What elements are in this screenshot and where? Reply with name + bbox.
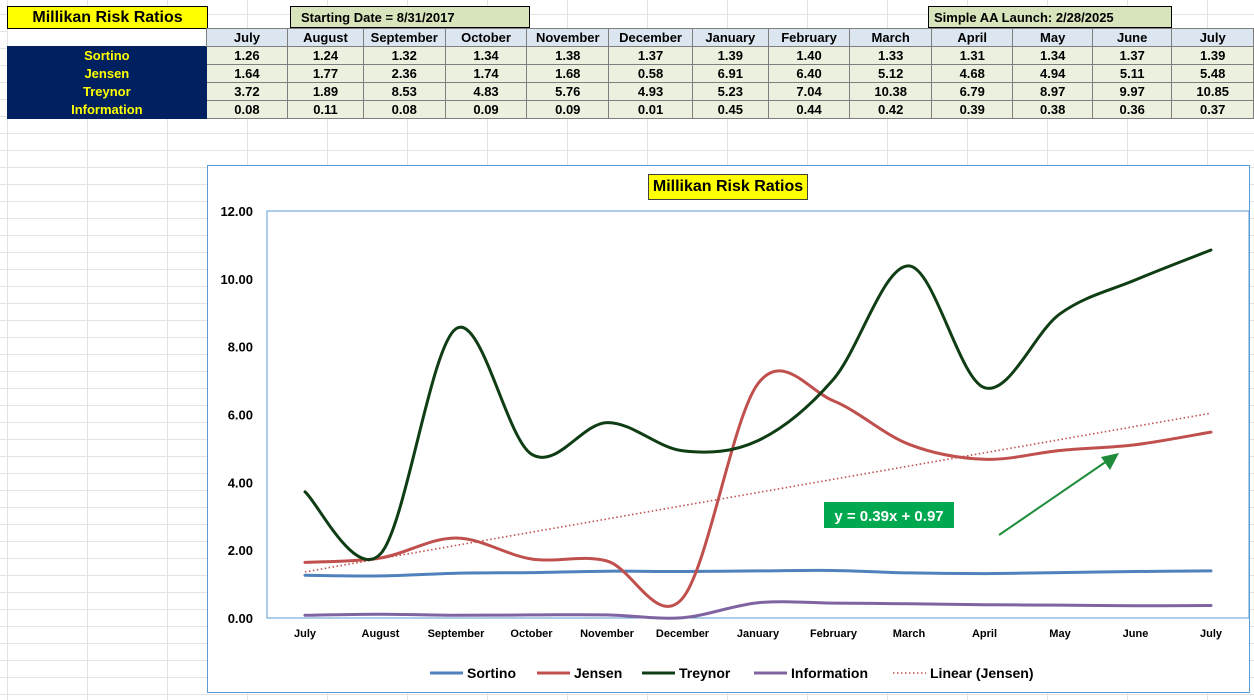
x-tick-label: January [737,628,780,640]
x-tick-label: July [294,628,317,640]
x-tick-label: November [580,628,635,640]
y-tick-label: 8.00 [228,340,253,355]
x-tick-label: April [972,628,997,640]
y-tick-label: 10.00 [220,272,253,287]
y-tick-label: 2.00 [228,543,253,558]
line-chart: 0.00 2.00 4.00 6.00 8.00 10.00 12.00 July Augus… [220,204,1250,681]
plot-area [266,210,1250,619]
equation-label: y = 0.39x + 0.97 [834,508,943,525]
legend-label: Sortino [467,665,516,681]
legend-item: Sortino [430,665,516,681]
y-tick-label: 0.00 [228,611,253,626]
x-tick-label: August [362,628,400,640]
legend-item: Linear (Jensen) [893,665,1033,681]
x-tick-label: September [428,628,486,640]
legend-item: Jensen [537,665,622,681]
x-tick-label: March [893,628,926,640]
legend-item: Treynor [642,665,731,681]
legend-item: Information [754,665,868,681]
x-tick-label: October [510,628,553,640]
x-tick-label: May [1049,628,1071,640]
legend-label: Jensen [574,665,622,681]
y-tick-label: 12.00 [220,204,253,219]
x-tick-label: February [810,628,858,640]
legend-label: Linear (Jensen) [930,665,1033,681]
x-tick-label: December [656,628,710,640]
x-tick-label: July [1200,628,1223,640]
x-tick-label: June [1123,628,1149,640]
legend-label: Treynor [679,665,731,681]
y-tick-label: 4.00 [228,475,253,490]
legend-label: Information [791,665,868,681]
y-tick-label: 6.00 [228,408,253,423]
